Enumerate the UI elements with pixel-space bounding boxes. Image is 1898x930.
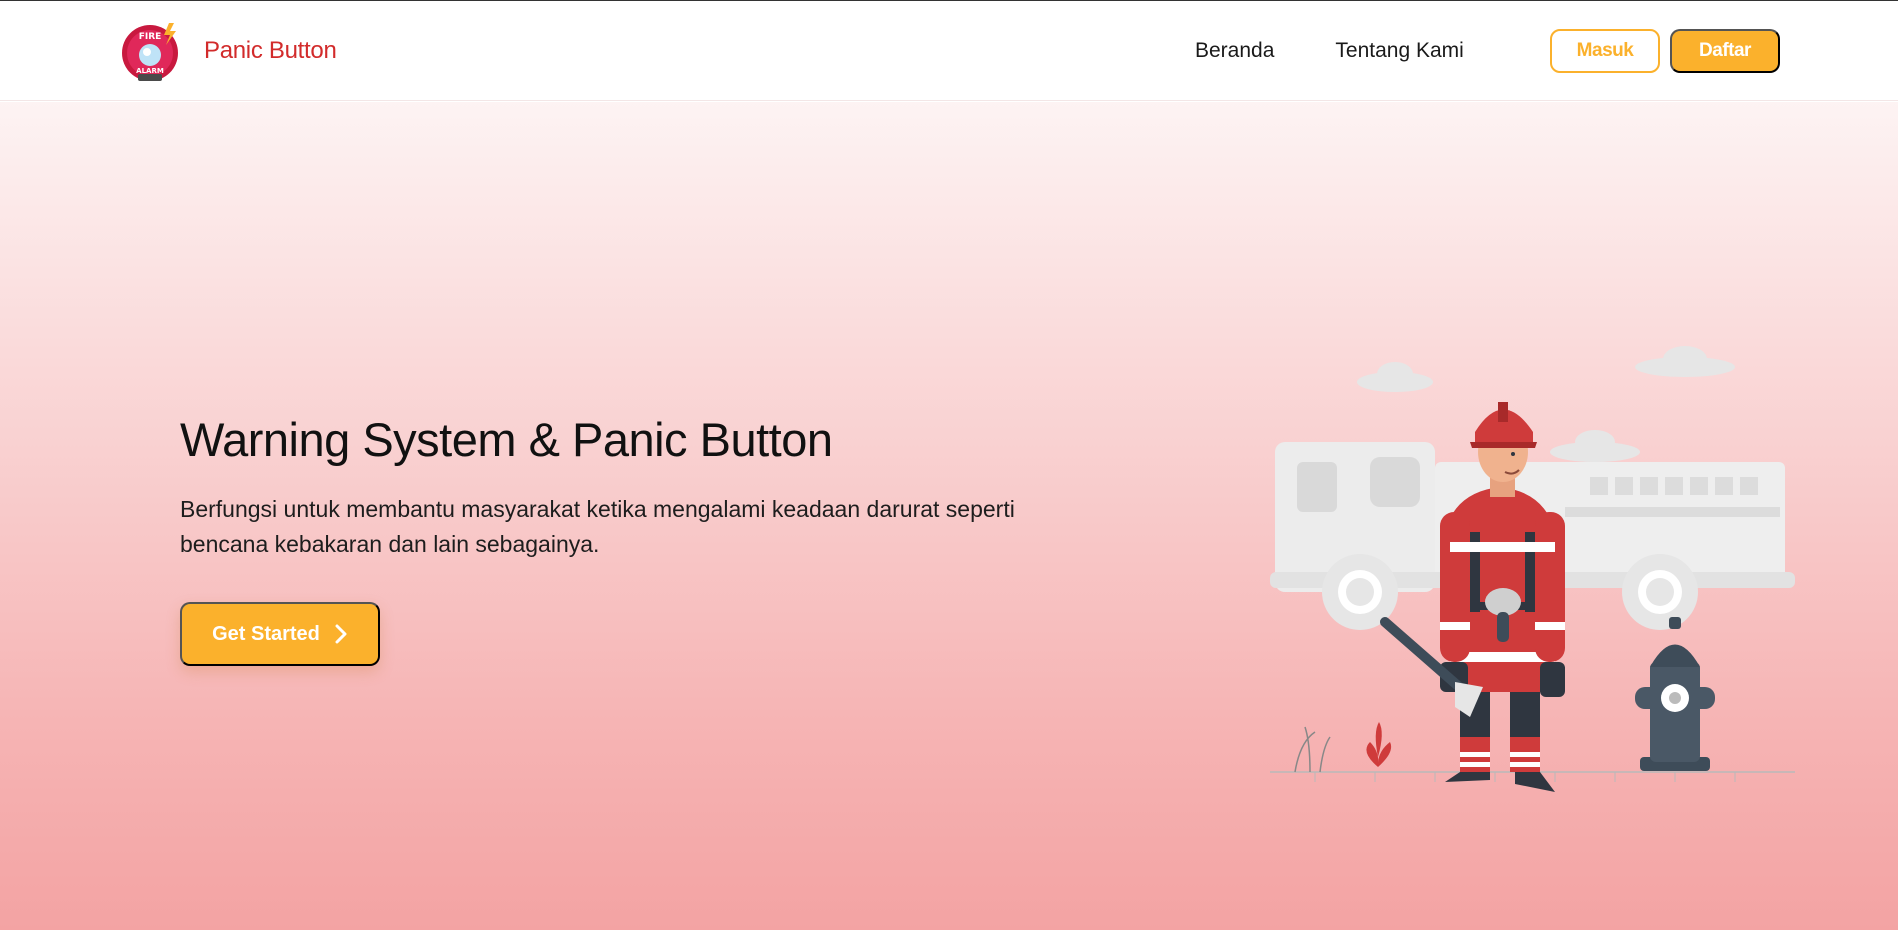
nav-links: Beranda Tentang Kami	[1195, 39, 1464, 63]
navbar: FIRE ALARM Panic Button Beranda Tentang …	[0, 1, 1898, 101]
logo-text-alarm: ALARM	[136, 67, 164, 75]
hero-section: Warning System & Panic Button Berfungsi …	[0, 102, 1898, 930]
brand-name: Panic Button	[204, 37, 337, 64]
nav-link-beranda[interactable]: Beranda	[1195, 39, 1274, 63]
get-started-button[interactable]: Get Started	[180, 602, 380, 666]
nav-link-tentang-kami[interactable]: Tentang Kami	[1335, 39, 1463, 63]
logo-text-fire: FIRE	[139, 32, 162, 42]
hero-title: Warning System & Panic Button	[180, 413, 833, 466]
login-button[interactable]: Masuk	[1550, 29, 1660, 73]
hero-description: Berfungsi untuk membantu masyarakat keti…	[180, 496, 1015, 557]
hydrant-icon	[1635, 617, 1715, 771]
brand[interactable]: FIRE ALARM Panic Button	[120, 19, 337, 83]
get-started-label: Get Started	[212, 622, 320, 645]
chevron-right-icon	[335, 624, 347, 644]
firefighter-illustration	[1270, 346, 1795, 792]
fire-alarm-icon: FIRE ALARM	[122, 23, 178, 81]
register-button[interactable]: Daftar	[1670, 29, 1780, 73]
plant-icon	[1294, 722, 1392, 773]
